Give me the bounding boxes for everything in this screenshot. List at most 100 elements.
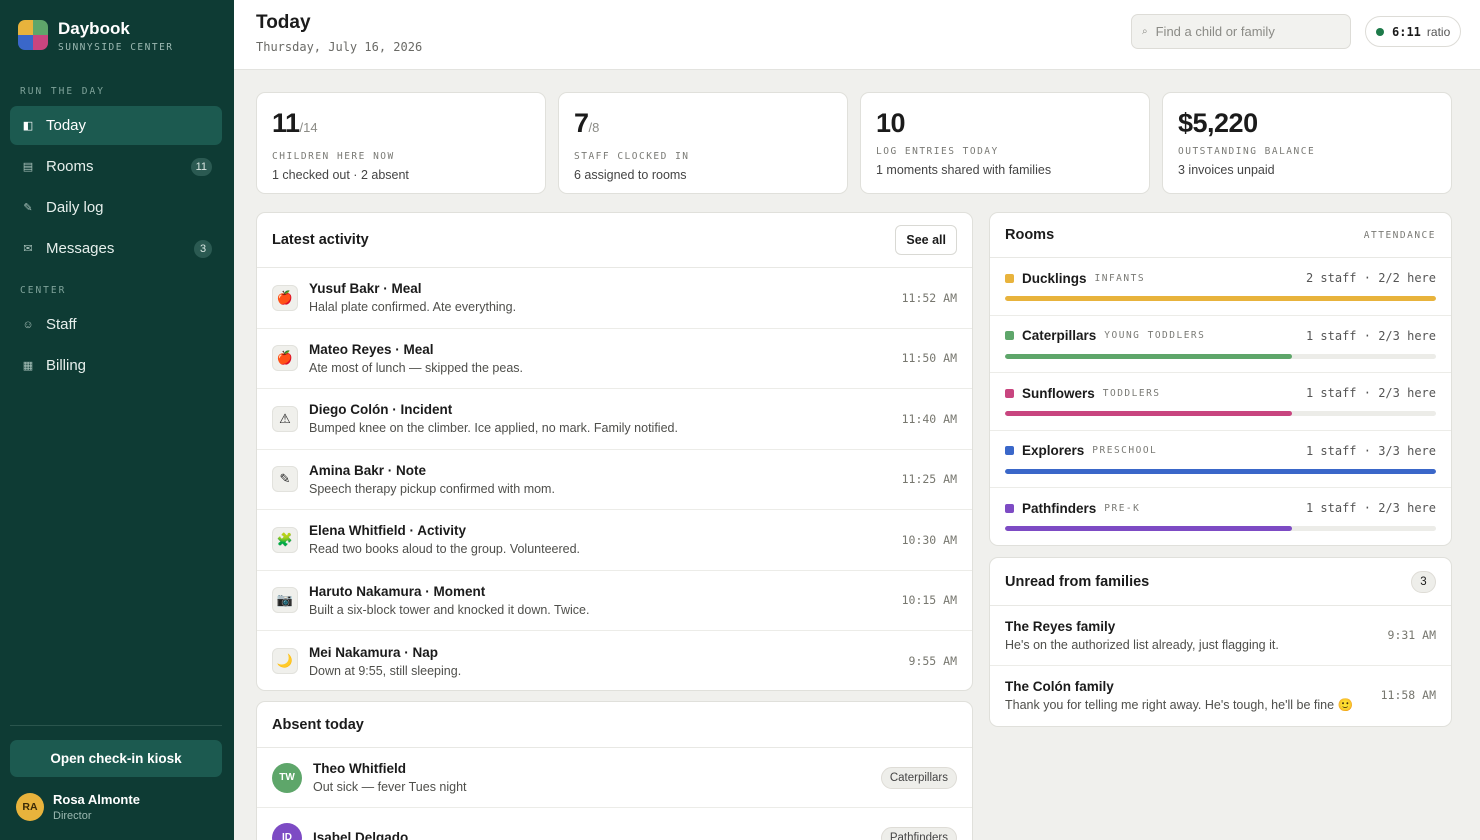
stat-of: /8 [588, 120, 600, 135]
brand-name: Daybook [58, 19, 130, 38]
activity-item[interactable]: 🍎 Mateo Reyes · Meal Ate most of lunch — … [257, 329, 972, 389]
room-row-caterpillars[interactable]: Caterpillars YOUNG TODDLERS 1 staff · 2/3… [990, 316, 1451, 373]
sidebar-item-today[interactable]: ◧ Today [10, 106, 222, 145]
activity-item[interactable]: ✎ Amina Bakr · Note Speech therapy pickup… [257, 450, 972, 510]
activity-list: 🍎 Yusuf Bakr · Meal Halal plate confirmed… [257, 268, 972, 690]
unread-count-badge: 3 [1411, 570, 1436, 593]
avatar: ID [272, 822, 302, 840]
activity-item[interactable]: 🍎 Yusuf Bakr · Meal Halal plate confirmed… [257, 268, 972, 329]
card-title: Latest activity [272, 232, 369, 248]
message-text: He's on the authorized list already, jus… [1005, 638, 1279, 652]
room-stat: 1 staff · 2/3 here [1305, 386, 1436, 400]
room-stat: 1 staff · 2/3 here [1305, 328, 1436, 343]
attendance-bar [1005, 468, 1436, 474]
attendance-bar-fill [1005, 526, 1293, 531]
activity-item[interactable]: 📷 Haruto Nakamura · Moment Built a six-bl… [257, 571, 972, 631]
search-box[interactable]: ⌕ [1131, 14, 1351, 49]
avatar: TW [272, 762, 302, 793]
activity-title: Amina Bakr · Note [309, 462, 427, 478]
room-age: YOUNG TODDLERS [1104, 330, 1206, 341]
moon-icon: 🌙 [272, 648, 298, 675]
stat-card-balance[interactable]: $5,220 OUTSTANDING BALANCE 3 invoices un… [1162, 92, 1452, 194]
room-chip: Pathfinders [880, 826, 957, 840]
message-time: 11:58 AM [1380, 688, 1436, 702]
room-stat: 1 staff · 2/3 here [1305, 501, 1436, 515]
attendance-bar-fill [1005, 296, 1436, 301]
user-name: Rosa Almonte [53, 792, 140, 807]
room-color-swatch [1005, 273, 1014, 283]
stat-card-staff[interactable]: 7/8 STAFF CLOCKED IN 6 assigned to rooms [558, 92, 848, 194]
room-color-swatch [1005, 331, 1014, 340]
room-name: Explorers [1022, 443, 1085, 458]
room-name: Pathfinders [1022, 500, 1097, 516]
room-stat: 1 staff · 3/3 here [1305, 443, 1436, 458]
child-name: Theo Whitfield [313, 761, 406, 776]
room-row-pathfinders[interactable]: Pathfinders PRE-K 1 staff · 2/3 here [990, 488, 1451, 545]
stat-value: 7 [574, 108, 589, 138]
sidebar-item-daily-log[interactable]: ✎ Daily log [10, 188, 222, 227]
activity-title: Diego Colón · Incident [309, 402, 453, 418]
activity-desc: Read two books aloud to the group. Volun… [309, 542, 581, 557]
message-item[interactable]: The Colón family Thank you for telling m… [990, 666, 1451, 726]
page-date: Thursday, July 16, 2026 [256, 40, 423, 54]
room-color-swatch [1005, 446, 1014, 455]
room-color-swatch [1005, 388, 1014, 398]
activity-time: 10:30 AM [901, 532, 957, 547]
search-input[interactable] [1155, 24, 1336, 39]
absent-reason: Out sick — fever Tues night [313, 780, 467, 794]
absent-today-card: Absent today TW Theo Whitfield Out sick —… [256, 701, 973, 840]
sidebar-item-billing[interactable]: ▦ Billing [10, 346, 222, 385]
ratio-indicator[interactable]: 6:11 ratio [1365, 16, 1462, 47]
open-checkin-kiosk-button[interactable]: Open check-in kiosk [10, 740, 222, 777]
grid-icon: ▦ [22, 360, 34, 372]
sidebar-item-label: Rooms [46, 158, 94, 175]
stat-card-log-entries[interactable]: 10 LOG ENTRIES TODAY 1 moments shared wi… [860, 92, 1150, 194]
sidebar-item-label: Today [46, 117, 87, 134]
stat-of: /14 [299, 120, 318, 135]
top-header: Today Thursday, July 16, 2026 ⌕ 6:11 rat… [234, 0, 1480, 70]
room-chip: Caterpillars [880, 766, 957, 789]
stat-card-children[interactable]: 11/14 CHILDREN HERE NOW 1 checked out · … [256, 92, 546, 194]
room-row-sunflowers[interactable]: Sunflowers TODDLERS 1 staff · 2/3 here [990, 373, 1451, 431]
activity-desc: Halal plate confirmed. Ate everything. [309, 300, 517, 315]
avatar: RA [16, 793, 44, 821]
activity-desc: Speech therapy pickup confirmed with mom… [309, 481, 555, 496]
activity-title: Haruto Nakamura · Moment [309, 583, 486, 599]
activity-title: Mateo Reyes · Meal [309, 341, 434, 357]
absent-item[interactable]: TW Theo Whitfield Out sick — fever Tues n… [257, 748, 972, 808]
room-row-explorers[interactable]: Explorers PRESCHOOL 1 staff · 3/3 here [990, 431, 1451, 488]
sidebar-item-messages[interactable]: ✉ Messages 3 [10, 229, 222, 268]
room-age: PRE-K [1104, 502, 1141, 514]
activity-item[interactable]: ⚠ Diego Colón · Incident Bumped knee on t… [257, 389, 972, 450]
room-row-ducklings[interactable]: Ducklings INFANTS 2 staff · 2/2 here [990, 258, 1451, 316]
child-name: Isabel Delgado [313, 830, 409, 840]
room-age: INFANTS [1094, 272, 1146, 284]
activity-time: 11:25 AM [901, 472, 957, 487]
attendance-bar-fill [1005, 411, 1293, 416]
current-user[interactable]: RA Rosa Almonte Director [16, 792, 140, 822]
sidebar-item-label: Staff [46, 316, 77, 333]
latest-activity-card: Latest activity See all 🍎 Yusuf Bakr · M… [256, 212, 973, 691]
page-title: Today [256, 12, 311, 33]
apple-icon: 🍎 [272, 284, 298, 311]
sidebar-item-staff[interactable]: ☺ Staff [10, 305, 222, 344]
sidebar-item-rooms[interactable]: ▤ Rooms 11 [10, 147, 222, 186]
activity-title: Mei Nakamura · Nap [309, 644, 439, 660]
today-icon: ◧ [22, 120, 34, 132]
sidebar: Daybook SUNNYSIDE CENTER RUN THE DAY ◧ T… [0, 0, 234, 840]
attendance-bar-fill [1005, 353, 1293, 359]
room-list: Ducklings INFANTS 2 staff · 2/2 here Cate… [990, 258, 1451, 545]
message-item[interactable]: The Reyes family He's on the authorized … [990, 606, 1451, 666]
brand[interactable]: Daybook SUNNYSIDE CENTER [18, 20, 174, 53]
ratio-label: ratio [1426, 24, 1451, 39]
apple-icon: 🍎 [272, 345, 298, 372]
see-all-button[interactable]: See all [895, 225, 957, 255]
attendance-bar-fill [1005, 468, 1436, 474]
activity-time: 11:40 AM [901, 411, 957, 426]
activity-item[interactable]: 🧩 Elena Whitfield · Activity Read two boo… [257, 510, 972, 571]
smiley-icon: ☺ [22, 318, 34, 331]
sidebar-item-label: Daily log [46, 199, 104, 216]
activity-item[interactable]: 🌙 Mei Nakamura · Nap Down at 9:55, still … [257, 631, 972, 690]
messages-count-badge: 3 [194, 240, 212, 258]
absent-item[interactable]: ID Isabel Delgado Pathfinders [257, 808, 972, 840]
